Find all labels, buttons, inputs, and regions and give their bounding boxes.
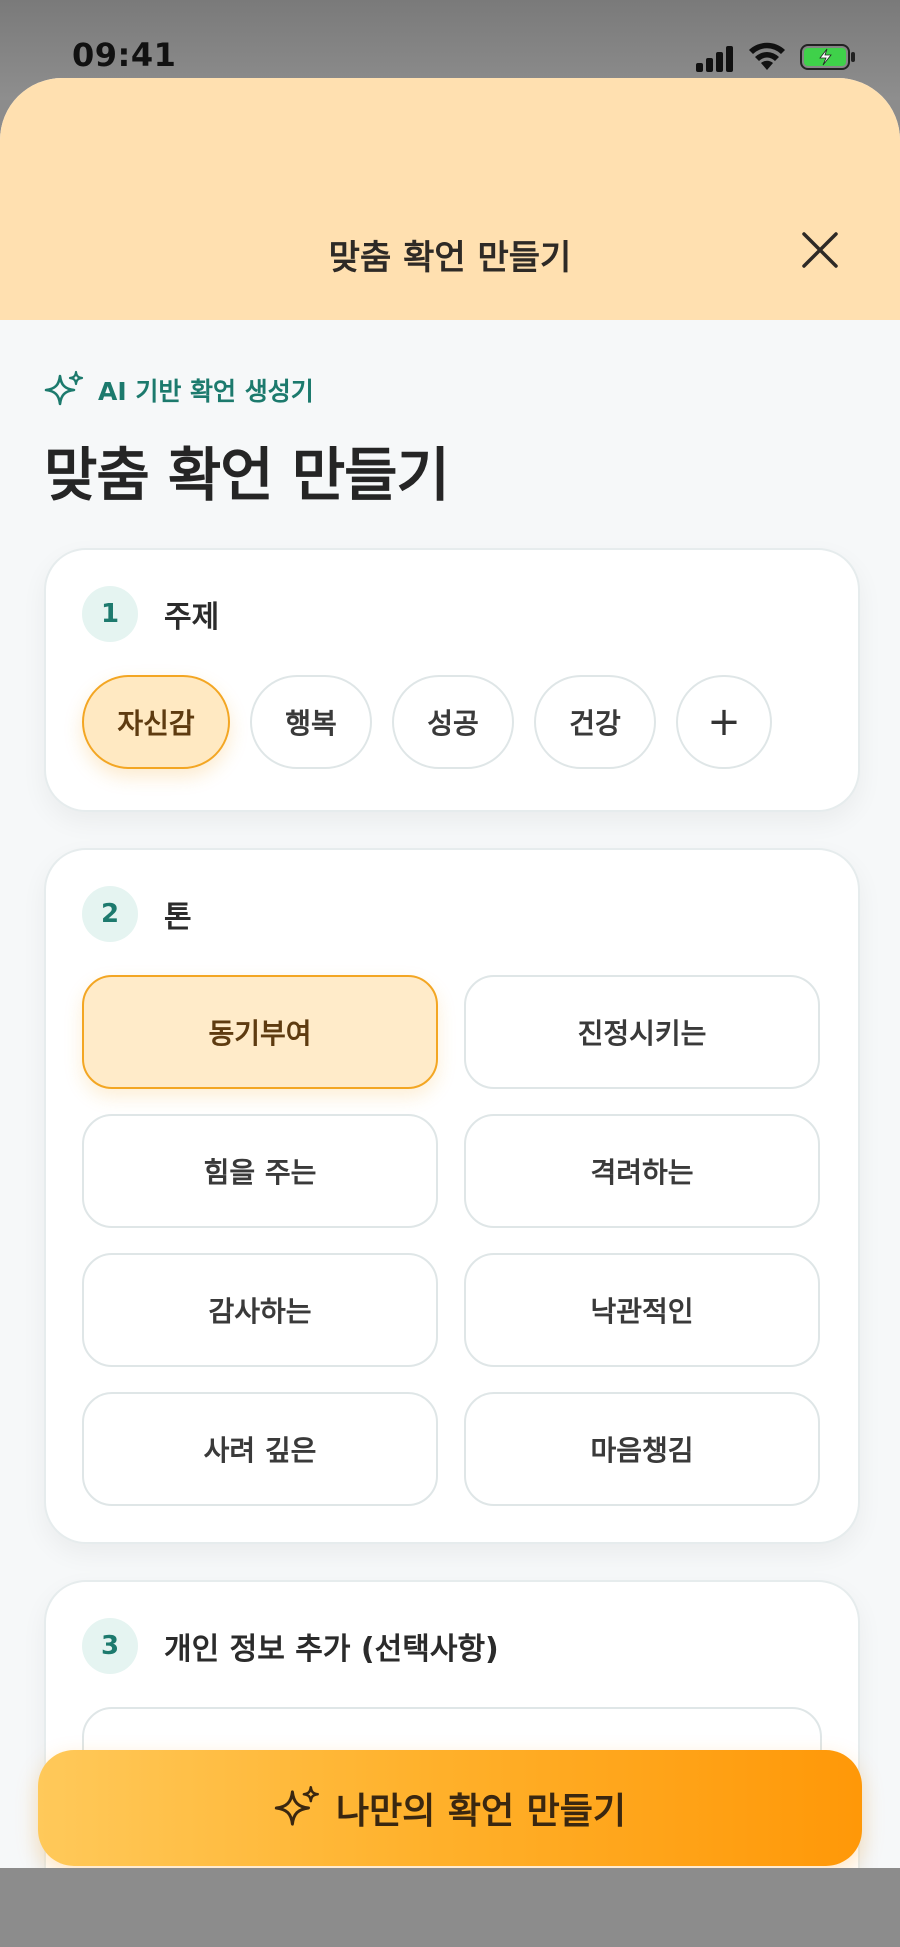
tone-option-empowering[interactable]: 힘을 주는 [82,1114,438,1228]
battery-charging-icon [800,44,855,70]
tone-header: 2 톤 [82,886,192,942]
topic-chip-success[interactable]: 성공 [392,675,514,769]
step-label: 톤 [164,900,192,935]
tone-option-thoughtful[interactable]: 사려 깊은 [82,1392,438,1506]
add-topic-button[interactable]: + [676,675,772,769]
wifi-icon [749,42,785,70]
sheet-title: 맞춤 확언 만들기 [328,238,572,278]
step-label: 주제 [164,600,220,635]
sparkles-icon [44,370,84,406]
tone-option-optimistic[interactable]: 낙관적인 [464,1253,820,1367]
create-affirmation-button[interactable]: 나만의 확언 만들기 [38,1750,862,1866]
ai-tag-label: AI 기반 확언 생성기 [98,377,314,406]
step-number: 2 [82,886,138,942]
topic-card: 1 주제 자신감 행복 성공 건강 + [44,548,860,812]
create-affirmation-label: 나만의 확언 만들기 [335,1791,627,1832]
tone-option-encouraging[interactable]: 격려하는 [464,1114,820,1228]
step-number: 1 [82,586,138,642]
sheet-header: 맞춤 확언 만들기 [0,78,900,320]
cellular-signal-icon [696,44,736,72]
topic-header: 1 주제 [82,586,219,642]
tone-option-grateful[interactable]: 감사하는 [82,1253,438,1367]
page-title: 맞춤 확언 만들기 [44,441,450,509]
bottom-backdrop [0,1868,900,1947]
topic-chip-happiness[interactable]: 행복 [250,675,372,769]
bottom-sheet: 맞춤 확언 만들기 AI 기반 확언 생성기 맞춤 확언 만들기 1 주제 자신… [0,78,900,1868]
step-number: 3 [82,1618,138,1674]
status-time: 09:41 [72,36,177,74]
close-icon[interactable] [796,226,844,274]
topic-chip-health[interactable]: 건강 [534,675,656,769]
ai-tag: AI 기반 확언 생성기 [44,370,314,410]
tone-option-calming[interactable]: 진정시키는 [464,975,820,1089]
tone-option-mindfulness[interactable]: 마음챙김 [464,1392,820,1506]
sparkles-icon [274,1786,319,1826]
tone-card: 2 톤 동기부여 진정시키는 힘을 주는 격려하는 감사하는 낙관적인 사려 깊… [44,848,860,1544]
topic-chip-confidence[interactable]: 자신감 [82,675,230,769]
step-label: 개인 정보 추가 (선택사항) [164,1632,499,1667]
tone-option-motivating[interactable]: 동기부여 [82,975,438,1089]
personal-header: 3 개인 정보 추가 (선택사항) [82,1618,499,1674]
plus-icon: + [707,699,741,745]
status-bar: 09:41 [0,0,900,80]
